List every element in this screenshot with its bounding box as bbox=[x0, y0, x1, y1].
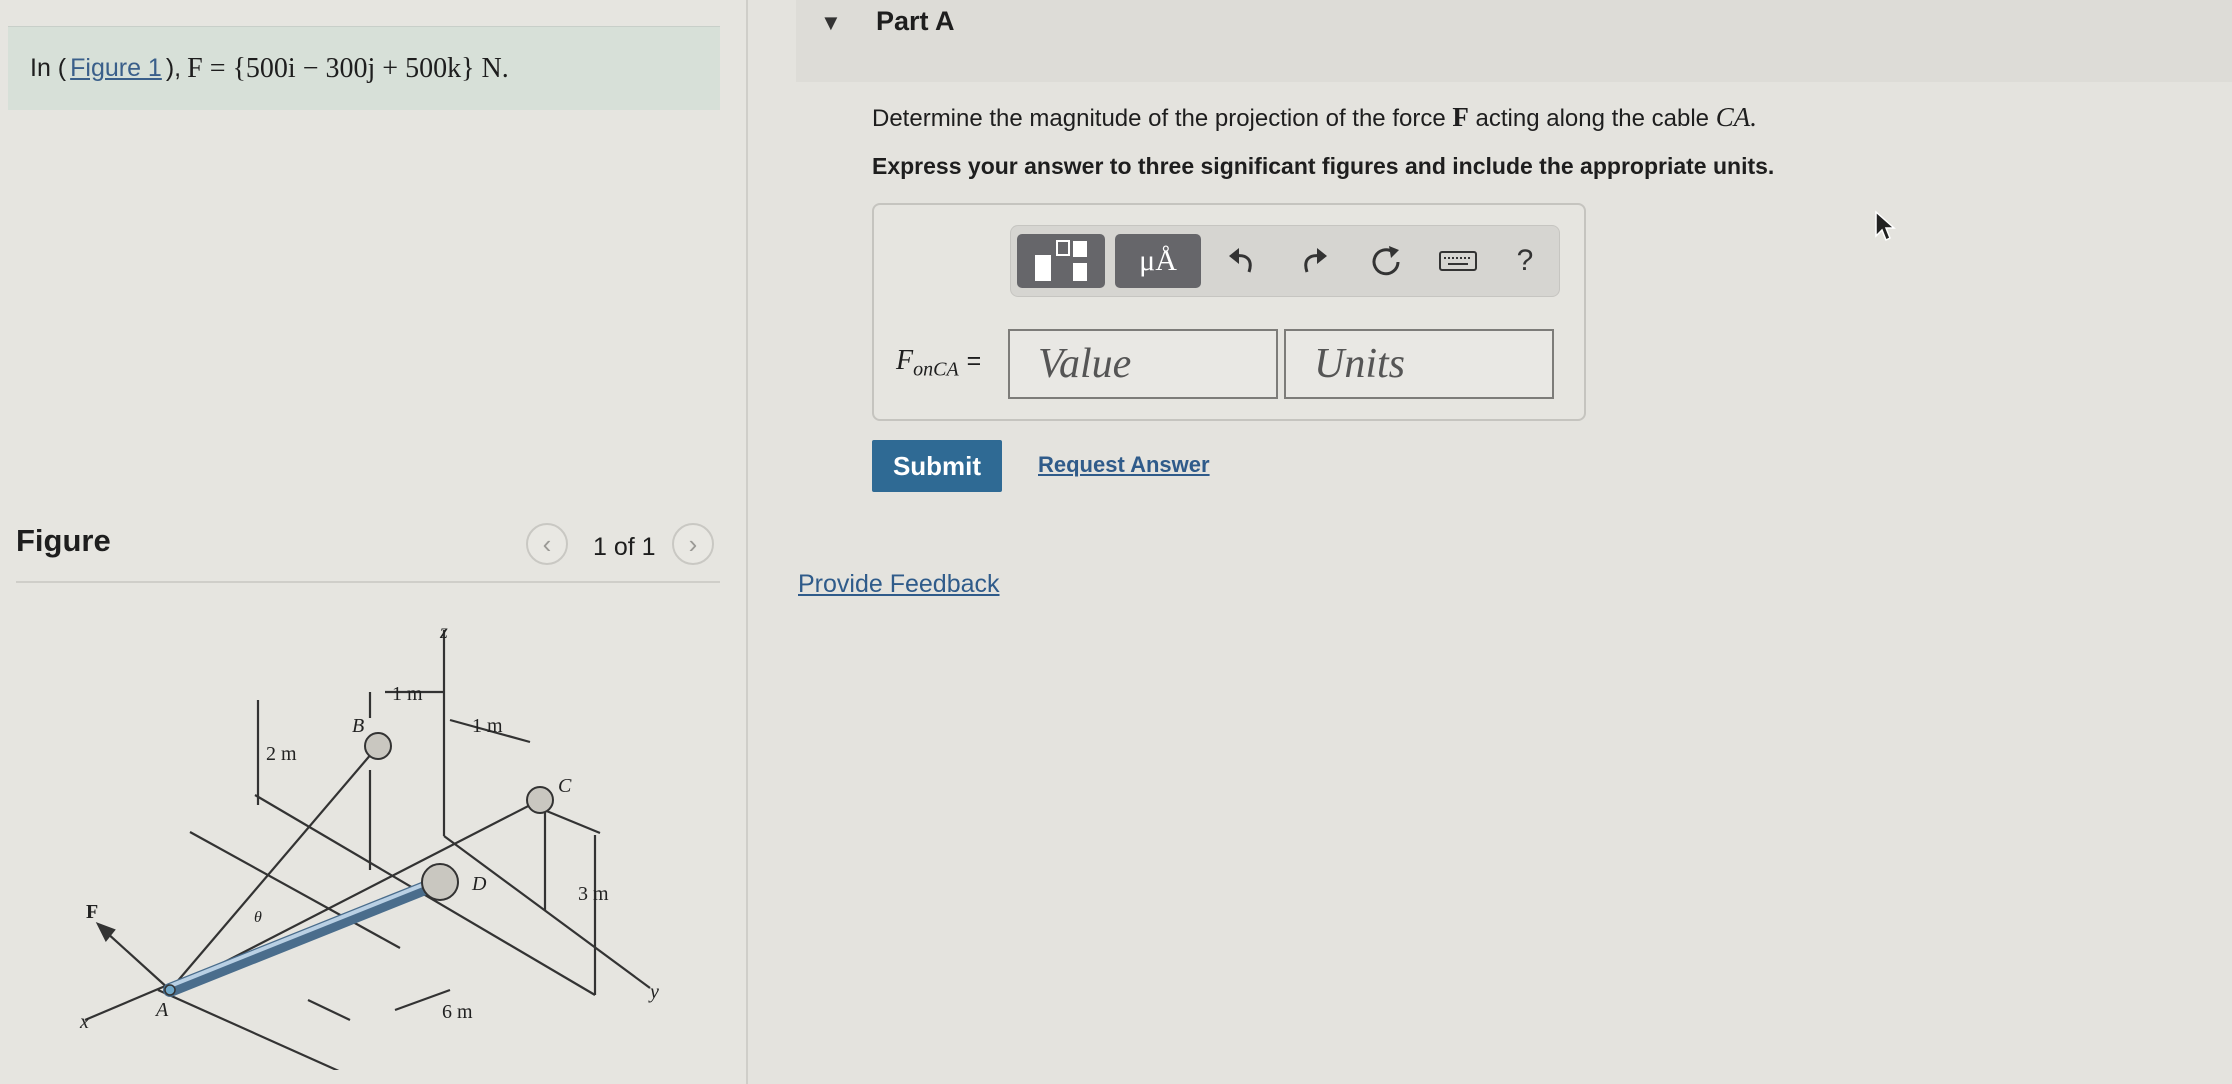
undo-button[interactable] bbox=[1211, 234, 1273, 288]
reset-button[interactable] bbox=[1355, 234, 1417, 288]
svg-text:B: B bbox=[352, 715, 364, 737]
units-input[interactable] bbox=[1284, 329, 1554, 399]
panel-divider bbox=[746, 0, 748, 1084]
svg-text:1 m: 1 m bbox=[392, 683, 423, 705]
svg-text:z: z bbox=[439, 621, 448, 643]
chevron-left-icon: ‹ bbox=[542, 528, 552, 559]
cable-diagram: z x y A B C D F θ 1 m 1 m 2 m 3 m 6 m bbox=[79, 621, 659, 1070]
svg-text:y: y bbox=[648, 981, 659, 1003]
y-axis bbox=[443, 835, 651, 989]
problem-prefix: In ( bbox=[30, 54, 67, 82]
question-instruction: Express your answer to three significant… bbox=[872, 153, 1775, 179]
provide-feedback-link[interactable]: Provide Feedback bbox=[798, 570, 1000, 599]
strut-AD bbox=[163, 875, 447, 997]
support-C bbox=[526, 786, 554, 814]
part-title: Part A bbox=[876, 6, 955, 36]
chevron-right-icon: › bbox=[688, 528, 698, 559]
request-answer-link[interactable]: Request Answer bbox=[1038, 452, 1210, 478]
svg-text:2 m: 2 m bbox=[266, 743, 297, 765]
next-figure-button[interactable]: › bbox=[672, 523, 714, 565]
svg-text:1 m: 1 m bbox=[472, 715, 503, 737]
force-equation: F = {500i − 300j + 500k} N. bbox=[187, 52, 509, 84]
page-indicator: 1 of 1 bbox=[593, 533, 656, 561]
problem-statement: In ( Figure 1 ), F = {500i − 300j + 500k… bbox=[8, 26, 720, 110]
value-input[interactable] bbox=[1008, 329, 1278, 399]
answer-box: μÅ ? FonCA = Value Units bbox=[872, 203, 1586, 421]
math-toolbar: μÅ ? bbox=[1010, 225, 1560, 297]
units-button[interactable]: μÅ bbox=[1115, 234, 1201, 288]
svg-text:C: C bbox=[558, 775, 572, 797]
templates-button[interactable] bbox=[1017, 234, 1105, 288]
reset-icon bbox=[1372, 246, 1400, 276]
redo-button[interactable] bbox=[1283, 234, 1345, 288]
submit-button[interactable]: Submit bbox=[872, 440, 1002, 492]
templates-icon bbox=[1035, 240, 1087, 281]
svg-text:x: x bbox=[79, 1011, 89, 1033]
figure-title: Figure bbox=[16, 523, 111, 558]
answer-label: FonCA = bbox=[896, 345, 982, 381]
figure-link[interactable]: Figure 1 bbox=[70, 54, 162, 83]
prev-figure-button[interactable]: ‹ bbox=[526, 523, 568, 565]
svg-text:A: A bbox=[154, 999, 169, 1021]
keyboard-button[interactable] bbox=[1427, 234, 1489, 288]
triangle-down-icon[interactable]: ▼ bbox=[820, 10, 842, 36]
mouse-pointer-icon bbox=[1875, 210, 1896, 242]
point-A bbox=[164, 984, 176, 996]
svg-text:D: D bbox=[471, 873, 487, 895]
support-B bbox=[364, 732, 392, 760]
svg-text:F: F bbox=[86, 901, 98, 923]
support-D bbox=[421, 863, 459, 901]
figure-header: Figure ‹ 1 of 1 › bbox=[16, 515, 720, 583]
redo-icon bbox=[1304, 248, 1327, 273]
force-arrow bbox=[105, 931, 171, 991]
problem-suffix: ), bbox=[165, 54, 182, 82]
undo-icon bbox=[1229, 248, 1252, 273]
svg-text:θ: θ bbox=[254, 909, 262, 926]
keyboard-icon bbox=[1439, 251, 1477, 271]
svg-text:6 m: 6 m bbox=[442, 1001, 473, 1023]
part-header[interactable]: ▼ Part A bbox=[796, 0, 2232, 82]
question-text: Determine the magnitude of the projectio… bbox=[872, 102, 1757, 132]
help-button[interactable]: ? bbox=[1499, 234, 1551, 288]
svg-text:3 m: 3 m bbox=[578, 883, 609, 905]
